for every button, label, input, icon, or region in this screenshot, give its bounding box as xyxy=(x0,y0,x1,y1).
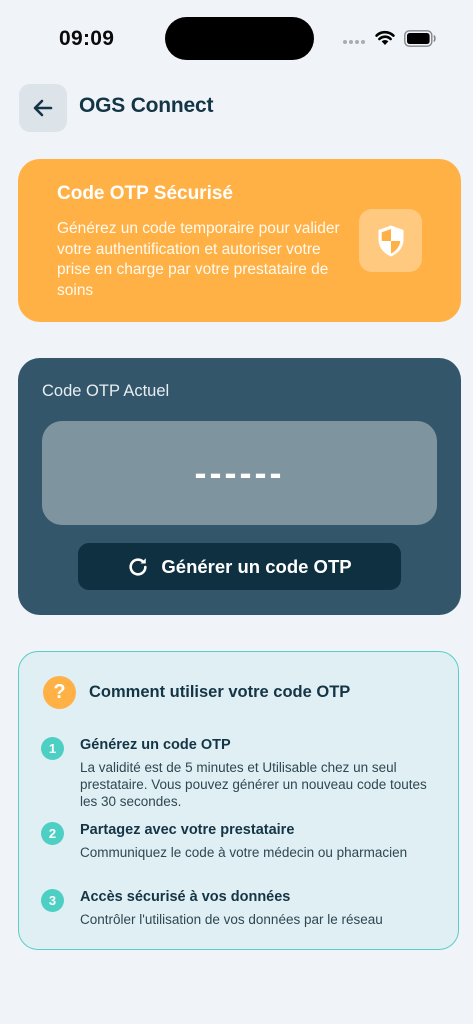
otp-help-card: ? Comment utiliser votre code OTP 1 Géné… xyxy=(18,651,459,950)
step-description: Contrôler l'utilisation de vos données p… xyxy=(80,912,383,927)
back-button[interactable] xyxy=(19,84,67,132)
status-bar: 09:09 xyxy=(0,0,473,78)
page-title: OGS Connect xyxy=(79,94,214,117)
question-icon: ? xyxy=(43,676,76,709)
generate-otp-label: Générer un code OTP xyxy=(161,555,352,577)
help-title: Comment utiliser votre code OTP xyxy=(89,683,351,701)
otp-label: Code OTP Actuel xyxy=(42,382,170,400)
otp-code-display: ------ xyxy=(42,421,437,525)
step-number: 2 xyxy=(41,822,64,845)
info-card-title: Code OTP Sécurisé xyxy=(57,183,233,204)
step-number: 3 xyxy=(41,889,64,912)
step-number: 1 xyxy=(41,737,64,760)
step-title: Partagez avec votre prestataire xyxy=(80,822,295,838)
info-card-description: Générez un code temporaire pour valider … xyxy=(57,220,340,299)
cellular-signal-icon xyxy=(343,40,367,46)
battery-icon xyxy=(404,30,436,47)
step-title: Accès sécurisé à vos données xyxy=(80,889,291,905)
otp-code: ------ xyxy=(194,452,285,493)
arrow-left-icon xyxy=(33,99,53,117)
wifi-icon xyxy=(375,30,395,45)
dynamic-island xyxy=(165,17,314,60)
generate-otp-button[interactable]: Générer un code OTP xyxy=(78,543,401,590)
step-title: Générez un code OTP xyxy=(80,737,231,753)
current-otp-card: Code OTP Actuel ------ Générer un code O… xyxy=(18,358,461,615)
step-description: La validité est de 5 minutes et Utilisab… xyxy=(80,760,427,809)
status-time: 09:09 xyxy=(59,27,115,50)
otp-info-card: Code OTP Sécurisé Générez un code tempor… xyxy=(18,159,461,322)
refresh-icon xyxy=(129,557,148,576)
step-description: Communiquez le code à votre médecin ou p… xyxy=(80,845,408,860)
shield-icon xyxy=(378,225,403,256)
shield-badge xyxy=(359,209,422,272)
